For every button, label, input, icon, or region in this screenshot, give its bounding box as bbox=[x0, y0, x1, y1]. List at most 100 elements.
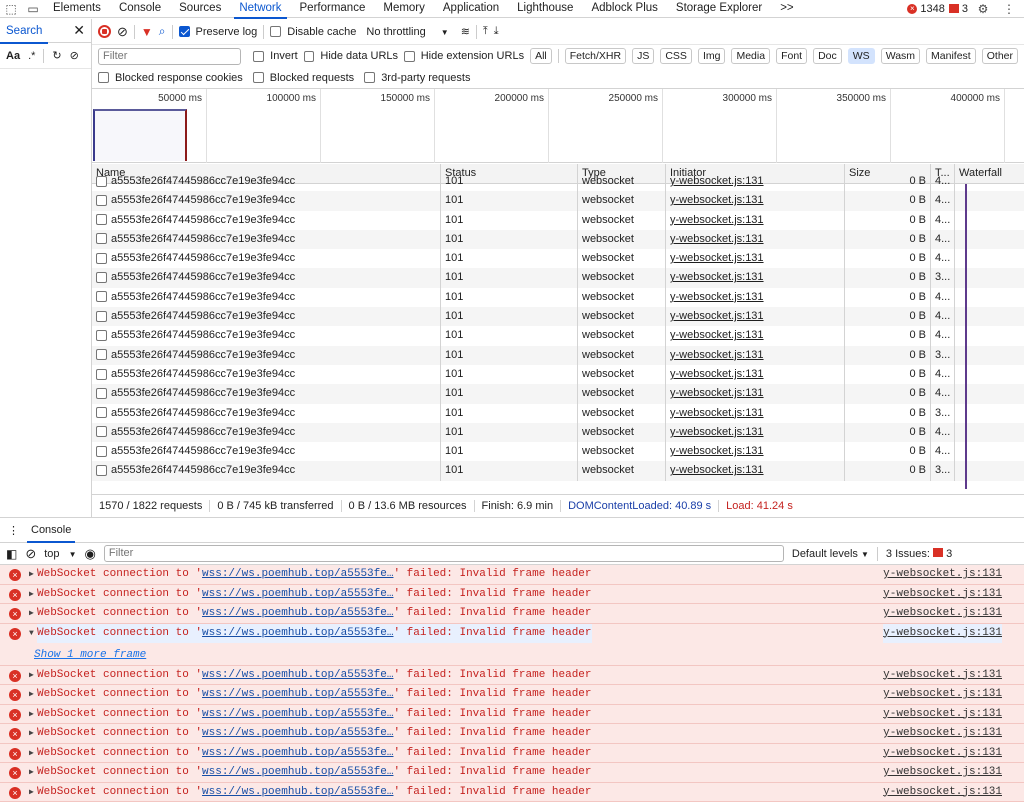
network-filter-input[interactable]: Filter bbox=[98, 47, 242, 65]
tab-memory[interactable]: Memory bbox=[374, 0, 434, 18]
table-row[interactable]: a5553fe26f47445986cc7e19e3fe94cc 101 webso… bbox=[92, 403, 1024, 423]
table-row[interactable]: a5553fe26f47445986cc7e19e3fe94cc 101 webso… bbox=[92, 326, 1024, 346]
type-chip-all[interactable]: All bbox=[530, 48, 552, 64]
show-more-frames-link[interactable]: Show 1 more frame bbox=[34, 647, 146, 663]
table-row[interactable]: a5553fe26f47445986cc7e19e3fe94cc 101 webso… bbox=[92, 442, 1024, 462]
expand-triangle-icon[interactable]: ▶ bbox=[29, 763, 34, 782]
cell-initiator[interactable]: y-websocket.js:131 bbox=[666, 191, 845, 211]
source-link[interactable]: y-websocket.js:131 bbox=[883, 604, 1002, 623]
type-chip-media[interactable]: Media bbox=[731, 48, 771, 64]
hide-data-urls-checkbox[interactable] bbox=[303, 50, 315, 62]
expand-triangle-icon[interactable]: ▶ bbox=[29, 666, 34, 685]
console-error-message[interactable]: × ▶ WebSocket connection to 'wss://ws.poem… bbox=[0, 782, 1024, 802]
source-link[interactable]: y-websocket.js:131 bbox=[883, 783, 1002, 802]
cell-initiator[interactable]: y-websocket.js:131 bbox=[666, 403, 845, 423]
disable-cache-checkbox[interactable] bbox=[270, 26, 282, 37]
source-link[interactable]: y-websocket.js:131 bbox=[883, 685, 1002, 704]
context-select[interactable]: top ▼ bbox=[44, 548, 76, 560]
preserve-log-checkbox[interactable] bbox=[178, 26, 190, 37]
tab-application[interactable]: Application bbox=[434, 0, 508, 18]
tab-storage-explorer[interactable]: Storage Explorer bbox=[667, 0, 771, 18]
tab-sources[interactable]: Sources bbox=[170, 0, 230, 18]
cell-initiator[interactable]: y-websocket.js:131 bbox=[666, 384, 845, 404]
blocked-cookies-checkbox[interactable] bbox=[98, 72, 109, 83]
expand-triangle-icon[interactable]: ▶ bbox=[29, 565, 34, 584]
console-error-message[interactable]: × ▼ WebSocket connection to 'wss://ws.poem… bbox=[0, 623, 1024, 666]
sidebar-toggle-icon[interactable]: ◧ bbox=[6, 547, 17, 561]
source-link[interactable]: y-websocket.js:131 bbox=[883, 744, 1002, 763]
hide-extension-urls-checkbox[interactable] bbox=[404, 50, 415, 62]
error-counter[interactable]: × 1348 bbox=[907, 3, 945, 15]
cell-initiator[interactable]: y-websocket.js:131 bbox=[666, 229, 845, 250]
expand-triangle-icon[interactable]: ▶ bbox=[29, 744, 34, 763]
console-filter-input[interactable]: Filter bbox=[103, 545, 784, 562]
console-error-message[interactable]: × ▶ WebSocket connection to 'wss://ws.poem… bbox=[0, 763, 1024, 783]
table-row[interactable]: a5553fe26f47445986cc7e19e3fe94cc 101 webso… bbox=[92, 191, 1024, 211]
drawer-tab-console[interactable]: Console bbox=[27, 524, 76, 543]
type-chip-css[interactable]: CSS bbox=[660, 48, 692, 64]
inspect-element-icon[interactable]: ⬚ bbox=[0, 0, 22, 18]
expand-triangle-icon[interactable]: ▶ bbox=[29, 783, 34, 802]
timeline-selection[interactable] bbox=[93, 109, 187, 161]
table-row[interactable]: a5553fe26f47445986cc7e19e3fe94cc 101 webso… bbox=[92, 461, 1024, 481]
cell-initiator[interactable]: y-websocket.js:131 bbox=[666, 210, 845, 230]
type-chip-wasm[interactable]: Wasm bbox=[880, 48, 921, 64]
table-row[interactable]: a5553fe26f47445986cc7e19e3fe94cc 101 webso… bbox=[92, 172, 1024, 192]
table-row[interactable]: a5553fe26f47445986cc7e19e3fe94cc 101 webso… bbox=[92, 249, 1024, 269]
websocket-url-link[interactable]: wss://ws.poemhub.top/a5553fe… bbox=[202, 766, 393, 778]
expand-triangle-icon[interactable]: ▶ bbox=[29, 724, 34, 743]
table-row[interactable]: a5553fe26f47445986cc7e19e3fe94cc 101 webso… bbox=[92, 422, 1024, 443]
console-error-message[interactable]: × ▶ WebSocket connection to 'wss://ws.poem… bbox=[0, 565, 1024, 585]
console-error-message[interactable]: × ▶ WebSocket connection to 'wss://ws.poem… bbox=[0, 584, 1024, 604]
table-row[interactable]: a5553fe26f47445986cc7e19e3fe94cc 101 webso… bbox=[92, 364, 1024, 385]
drawer-menu-icon[interactable]: ⋮ bbox=[8, 524, 19, 537]
type-chip-doc[interactable]: Doc bbox=[813, 48, 842, 64]
cell-initiator[interactable]: y-websocket.js:131 bbox=[666, 422, 845, 443]
blocked-requests-checkbox[interactable] bbox=[252, 72, 264, 83]
tab-adblock-plus[interactable]: Adblock Plus bbox=[582, 0, 666, 18]
cell-initiator[interactable]: y-websocket.js:131 bbox=[666, 307, 845, 327]
expand-triangle-icon[interactable]: ▶ bbox=[29, 685, 34, 704]
type-chip-manifest[interactable]: Manifest bbox=[926, 48, 976, 64]
type-chip-other[interactable]: Other bbox=[981, 48, 1018, 64]
cell-initiator[interactable]: y-websocket.js:131 bbox=[666, 461, 845, 481]
source-link[interactable]: y-websocket.js:131 bbox=[883, 623, 1002, 643]
expand-triangle-icon[interactable]: ▶ bbox=[29, 604, 34, 623]
type-chip-fetch[interactable]: Fetch/XHR bbox=[564, 48, 627, 64]
filter-icon[interactable]: ▼ bbox=[141, 25, 153, 39]
console-error-message[interactable]: × ▶ WebSocket connection to 'wss://ws.poem… bbox=[0, 665, 1024, 685]
table-row[interactable]: a5553fe26f47445986cc7e19e3fe94cc 101 webso… bbox=[92, 345, 1024, 365]
tab-lighthouse[interactable]: Lighthouse bbox=[508, 0, 582, 18]
tab-console[interactable]: Console bbox=[110, 0, 170, 18]
websocket-url-link[interactable]: wss://ws.poemhub.top/a5553fe… bbox=[202, 669, 393, 681]
device-toolbar-icon[interactable]: ▭ bbox=[22, 0, 44, 18]
third-party-checkbox[interactable] bbox=[364, 72, 376, 83]
refresh-icon[interactable]: ↻ bbox=[52, 49, 61, 62]
type-chip-ws[interactable]: WS bbox=[847, 48, 875, 64]
search-tab[interactable]: Search bbox=[0, 25, 49, 44]
table-row[interactable]: a5553fe26f47445986cc7e19e3fe94cc 101 webso… bbox=[92, 307, 1024, 327]
websocket-url-link[interactable]: wss://ws.poemhub.top/a5553fe… bbox=[202, 607, 393, 619]
regex-button[interactable]: .* bbox=[28, 50, 35, 62]
issues-button[interactable]: 3 Issues: 3 bbox=[886, 547, 952, 560]
issue-counter[interactable]: 3 bbox=[948, 3, 968, 15]
cell-initiator[interactable]: y-websocket.js:131 bbox=[666, 287, 845, 308]
tab-network[interactable]: Network bbox=[230, 0, 290, 19]
cell-initiator[interactable]: y-websocket.js:131 bbox=[666, 345, 845, 365]
tab-performance[interactable]: Performance bbox=[291, 0, 375, 18]
source-link[interactable]: y-websocket.js:131 bbox=[883, 585, 1002, 604]
cell-initiator[interactable]: y-websocket.js:131 bbox=[666, 172, 845, 192]
expand-triangle-icon[interactable]: ▶ bbox=[29, 705, 34, 724]
network-conditions-icon[interactable]: ≋ bbox=[461, 25, 470, 38]
table-row[interactable]: a5553fe26f47445986cc7e19e3fe94cc 101 webso… bbox=[92, 268, 1024, 288]
source-link[interactable]: y-websocket.js:131 bbox=[883, 565, 1002, 584]
console-error-message[interactable]: × ▶ WebSocket connection to 'wss://ws.poem… bbox=[0, 685, 1024, 705]
search-icon[interactable]: ⌕ bbox=[159, 24, 166, 39]
type-chip-js[interactable]: JS bbox=[632, 48, 655, 64]
console-error-message[interactable]: × ▶ WebSocket connection to 'wss://ws.poem… bbox=[0, 704, 1024, 724]
websocket-url-link[interactable]: wss://ws.poemhub.top/a5553fe… bbox=[202, 688, 393, 700]
websocket-url-link[interactable]: wss://ws.poemhub.top/a5553fe… bbox=[202, 708, 393, 720]
more-tabs-button[interactable]: >> bbox=[771, 0, 802, 18]
cell-initiator[interactable]: y-websocket.js:131 bbox=[666, 249, 845, 269]
table-row[interactable]: a5553fe26f47445986cc7e19e3fe94cc 101 webso… bbox=[92, 229, 1024, 250]
